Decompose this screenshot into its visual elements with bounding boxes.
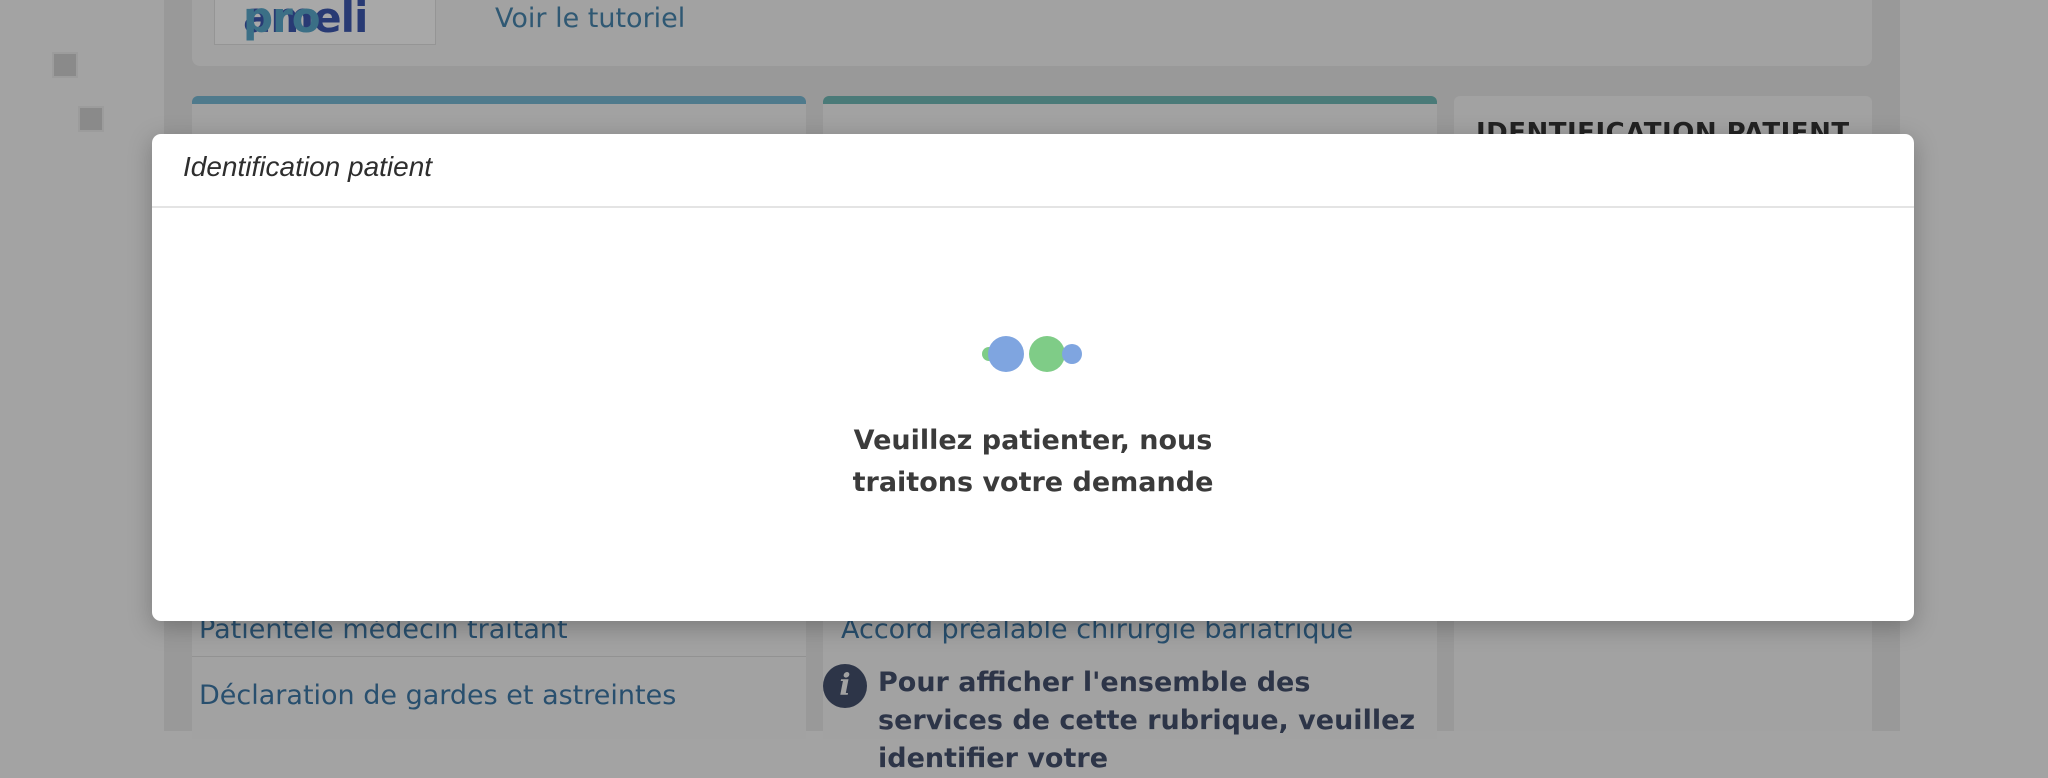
loader-dot — [1062, 344, 1082, 364]
modal-header: Identification patient — [152, 134, 1914, 208]
identification-modal: Identification patient Veuillez patiente… — [152, 134, 1914, 621]
loader-dot — [1029, 336, 1065, 372]
modal-title: Identification patient — [183, 151, 433, 182]
loading-spinner — [982, 334, 1092, 374]
loading-message: Veuillez patienter, nous traitons votre … — [733, 420, 1333, 504]
loading-message-line-2: traitons votre demande — [852, 467, 1214, 498]
loader-dot — [988, 336, 1024, 372]
loading-message-line-1: Veuillez patienter, nous — [853, 425, 1213, 456]
